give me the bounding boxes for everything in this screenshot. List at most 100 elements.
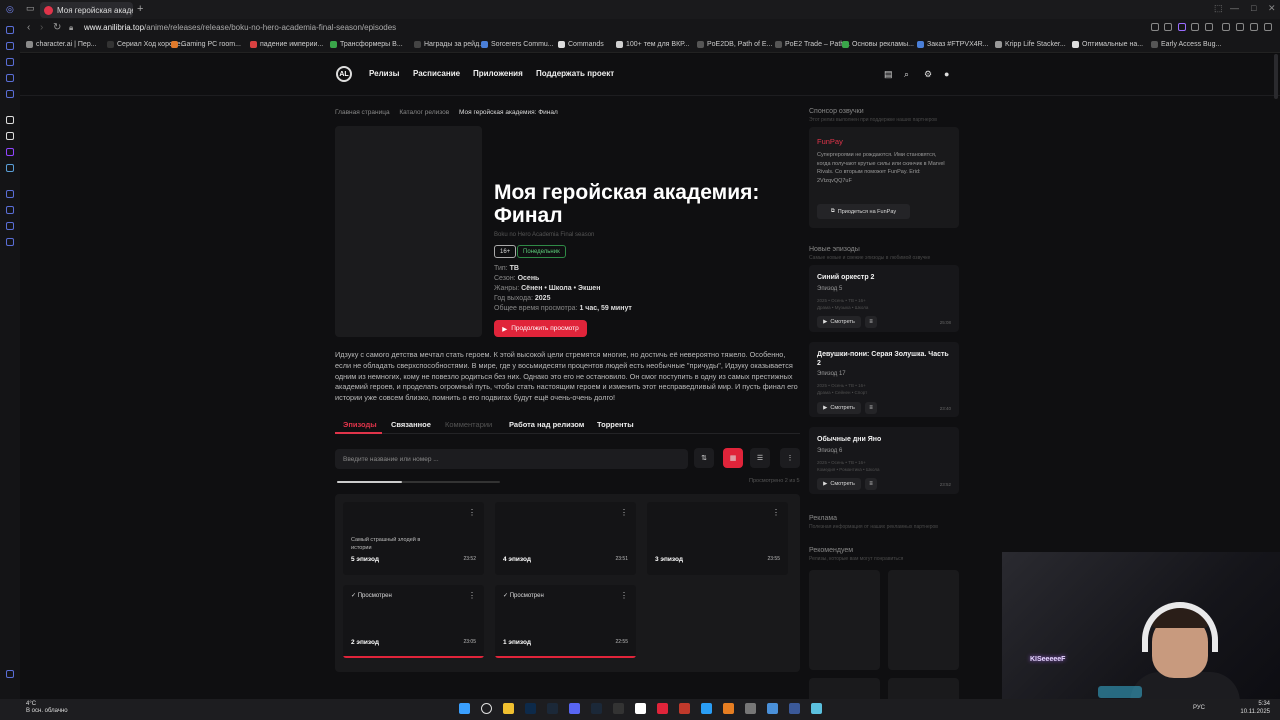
opera-icon[interactable]	[657, 703, 668, 714]
browser-tab-active[interactable]: Моя геройская академи ×	[40, 2, 133, 18]
bookmark-item[interactable]: character.ai | Пер...	[26, 41, 97, 48]
watch-button[interactable]: ▶ Смотреть	[817, 402, 861, 414]
sidebar-history-icon[interactable]	[6, 26, 14, 34]
file-explorer-icon[interactable]	[503, 703, 514, 714]
new-tab-icon[interactable]: +	[137, 3, 143, 15]
episodes-more-button[interactable]: ⋮	[780, 448, 800, 468]
tab-related[interactable]: Связанное	[391, 420, 431, 429]
add-to-list-button[interactable]: ≡	[865, 402, 877, 414]
bookmark-item[interactable]: Early Access Bug...	[1151, 41, 1221, 48]
recommended-card[interactable]	[809, 678, 880, 699]
window-minimize-icon[interactable]: —	[1230, 3, 1239, 13]
bookmark-item[interactable]: 100+ тем для ВКР...	[616, 41, 689, 48]
sponsor-name[interactable]: FunPay	[817, 137, 843, 146]
list-view-button[interactable]: ☰	[750, 448, 770, 468]
steam-icon[interactable]	[591, 703, 602, 714]
recommended-card[interactable]	[809, 570, 880, 670]
more-vertical-icon[interactable]: ⋮	[620, 508, 628, 517]
sidebar-more-icon[interactable]	[6, 670, 14, 678]
new-episode-title[interactable]: Обычные дни Яно	[817, 435, 951, 444]
tab-list-icon[interactable]: ▭	[26, 3, 35, 14]
window-close-icon[interactable]: ✕	[1268, 3, 1276, 14]
sidebar-aria-icon[interactable]	[6, 116, 14, 124]
sidebar-clock-icon[interactable]	[6, 206, 14, 214]
episode-search-input[interactable]: Введите название или номер ...	[335, 449, 688, 469]
telegram-icon[interactable]	[701, 703, 712, 714]
tab-torrents[interactable]: Торренты	[597, 420, 634, 429]
bookmark-page-icon[interactable]	[1151, 23, 1159, 31]
app-orange-icon[interactable]	[723, 703, 734, 714]
window-maximize-icon[interactable]: □	[1251, 3, 1256, 13]
more-vertical-icon[interactable]: ⋮	[468, 591, 476, 600]
add-to-list-button[interactable]: ≡	[865, 478, 877, 490]
sidebar-player-icon[interactable]	[6, 190, 14, 198]
download-icon[interactable]	[1236, 23, 1244, 31]
vpn-icon[interactable]	[1178, 23, 1186, 31]
profile-icon[interactable]	[1250, 23, 1258, 31]
obs-icon[interactable]	[613, 703, 624, 714]
watch-button[interactable]: ▶ Смотреть	[817, 478, 861, 490]
taskbar-search-icon[interactable]	[481, 703, 492, 714]
bookmark-item[interactable]: падение империи...	[250, 41, 323, 48]
bookmark-item[interactable]: Оптимальные на...	[1072, 41, 1143, 48]
back-icon[interactable]: ‹	[27, 22, 30, 33]
bookmark-item[interactable]: Трансформеры В...	[330, 41, 403, 48]
sidebar-mail-icon[interactable]	[6, 74, 14, 82]
heart-icon[interactable]	[1205, 23, 1213, 31]
more-vertical-icon[interactable]: ⋮	[468, 508, 476, 517]
new-episode-card[interactable]: Синий оркестр 2 Эпизод 5 2025 • Осень • ТВ…	[809, 265, 959, 332]
recommended-card[interactable]	[888, 678, 959, 699]
browser-menu-icon[interactable]	[1264, 23, 1272, 31]
episode-card[interactable]: ✓ Просмотрен ⋮ 2 эпизод 23:05	[343, 585, 484, 658]
sidebar-messenger-icon[interactable]	[6, 42, 14, 50]
nav-support[interactable]: Поддержать проект	[536, 69, 614, 78]
new-episode-title[interactable]: Девушки-пони: Серая Золушка. Часть 2	[817, 350, 951, 368]
screenshot-icon[interactable]	[1164, 23, 1172, 31]
sidebar-twitch-icon[interactable]	[6, 148, 14, 156]
settings-gear-icon[interactable]: ⚙	[924, 69, 932, 80]
extensions-icon[interactable]	[1222, 23, 1230, 31]
browser-logo-icon[interactable]: ◎	[6, 4, 14, 15]
tab-episodes[interactable]: Эпизоды	[343, 420, 377, 429]
bookmark-item[interactable]: Sorcerers Commu...	[481, 41, 554, 48]
nav-apps[interactable]: Приложения	[473, 69, 523, 78]
bookmark-item[interactable]: Gaming PC room...	[171, 41, 241, 48]
app-blue-icon[interactable]	[789, 703, 800, 714]
yandex-icon[interactable]	[635, 703, 646, 714]
photoshop-icon[interactable]	[525, 703, 536, 714]
more-vertical-icon[interactable]: ⋮	[772, 508, 780, 517]
bookmark-item[interactable]: Основы рекламы...	[842, 41, 914, 48]
app-icon[interactable]	[547, 703, 558, 714]
user-icon[interactable]: ●	[944, 69, 949, 79]
forward-icon[interactable]: ›	[40, 22, 43, 33]
episode-card[interactable]: ✓ Просмотрен ⋮ 1 эпизод 22:55	[495, 585, 636, 658]
add-to-list-button[interactable]: ≡	[865, 316, 877, 328]
bookmark-item[interactable]: Награды за рейд...	[414, 41, 485, 48]
app-red-icon[interactable]	[679, 703, 690, 714]
sponsor-button[interactable]: ⧉ Приодеться на FunPay	[817, 204, 910, 219]
language-indicator[interactable]: РУС	[1193, 705, 1205, 711]
new-episode-title[interactable]: Синий оркестр 2	[817, 273, 951, 282]
page-scrollbar[interactable]	[1274, 54, 1278, 99]
nav-schedule[interactable]: Расписание	[413, 69, 460, 78]
app-light-icon[interactable]	[811, 703, 822, 714]
reload-icon[interactable]: ↻	[53, 22, 61, 33]
bookmark-item[interactable]: Kripp Life Stacker...	[995, 41, 1066, 48]
breadcrumb-home[interactable]: Главная страница	[335, 109, 390, 116]
library-icon[interactable]: ▤	[884, 69, 893, 80]
tab-comments[interactable]: Комментарии	[445, 420, 492, 429]
episode-card[interactable]: ⋮ 4 эпизод 23:51	[495, 502, 636, 575]
tab-release-work[interactable]: Работа над релизом	[509, 420, 584, 429]
episode-card[interactable]: ⋮ Самый страшный злодей в истории 5 эпизод…	[343, 502, 484, 575]
url-field[interactable]: www.anilibria.top/anime/releases/release…	[84, 23, 396, 32]
start-icon[interactable]	[459, 703, 470, 714]
watch-button[interactable]: ▶ Смотреть	[817, 316, 861, 328]
bookmark-item[interactable]: Заказ #FTPVX4R...	[917, 41, 989, 48]
breadcrumb-catalog[interactable]: Каталог релизов	[399, 109, 449, 116]
system-clock[interactable]: 5:34 10.11.2025	[1240, 700, 1270, 716]
sidebar-tabs-icon[interactable]	[6, 222, 14, 230]
sidebar-bookmarks-icon[interactable]	[6, 90, 14, 98]
window-extensions-icon[interactable]: ⬚	[1214, 3, 1223, 14]
sidebar-settings-icon[interactable]	[6, 238, 14, 246]
bookmark-item[interactable]: Commands	[558, 41, 604, 48]
